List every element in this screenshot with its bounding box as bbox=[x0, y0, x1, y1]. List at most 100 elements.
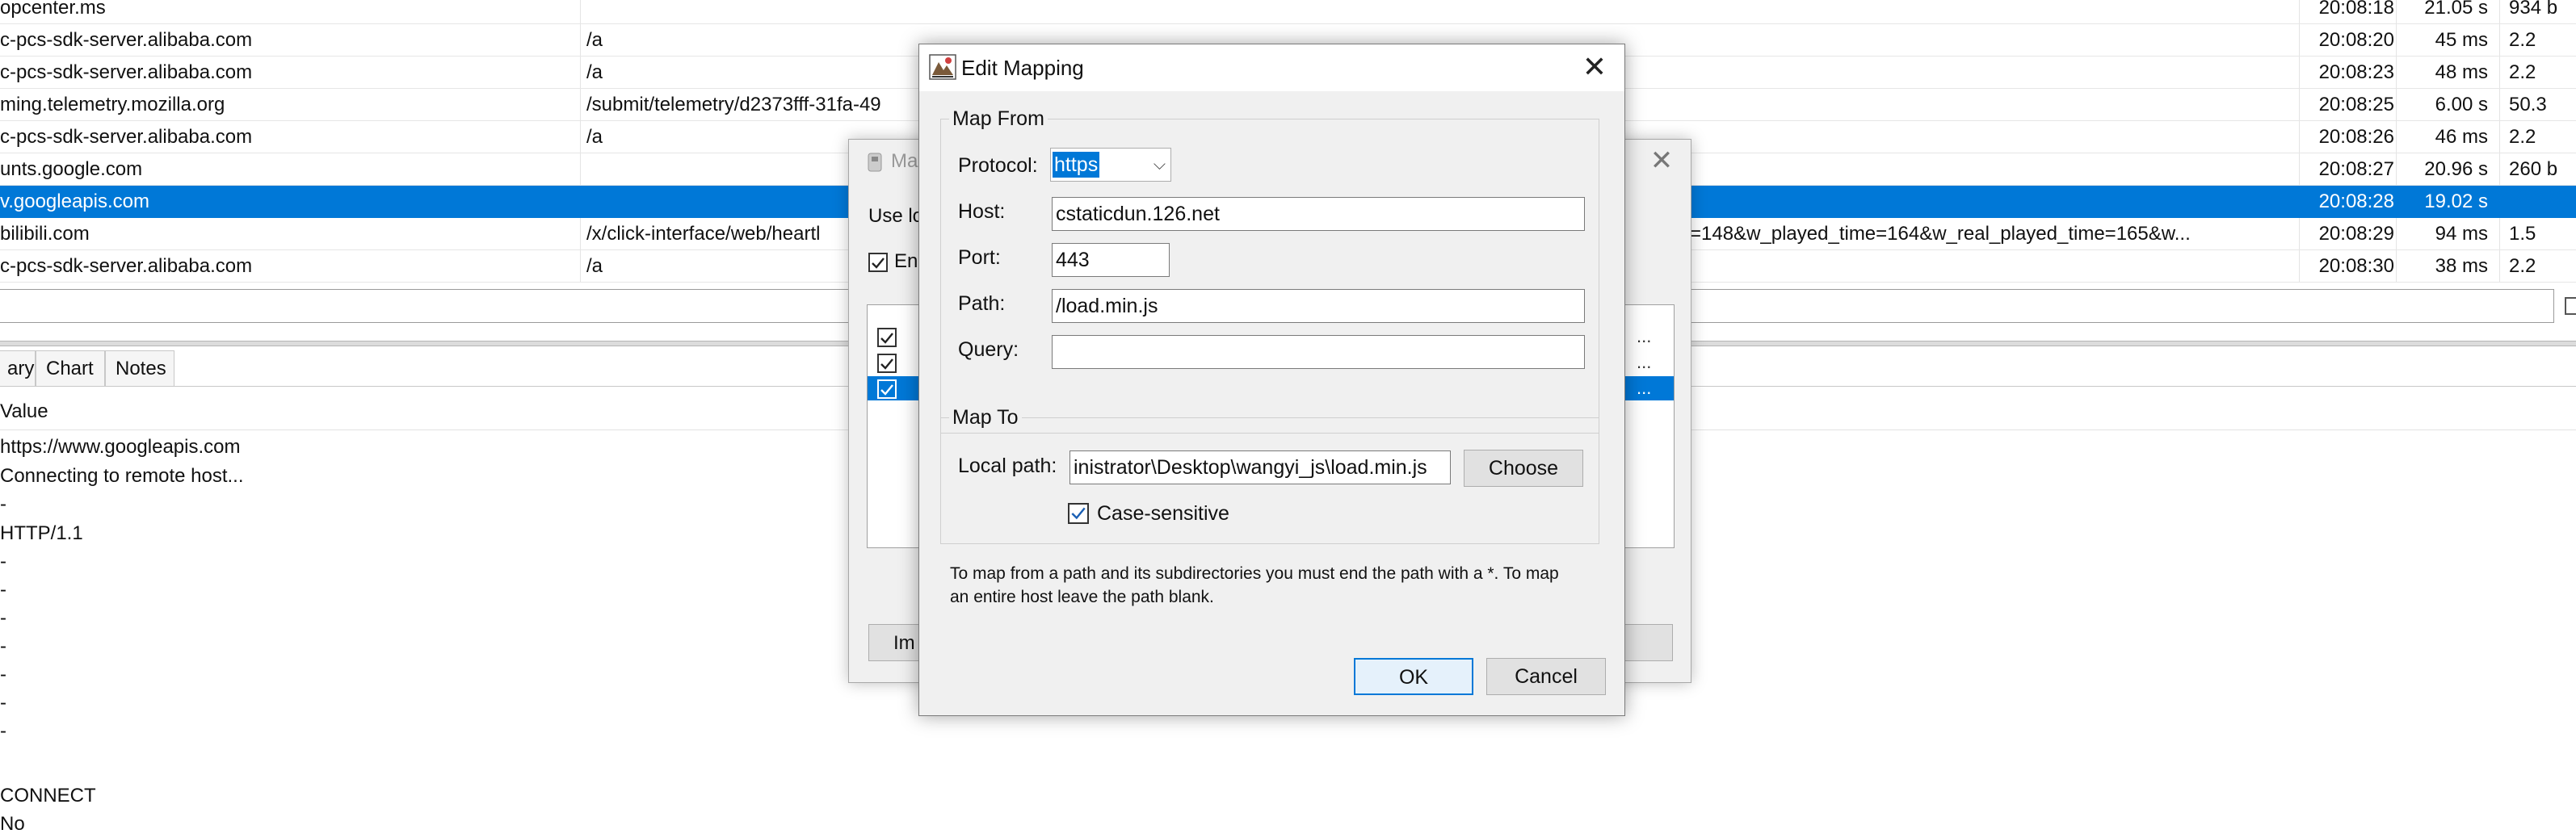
title-bar[interactable]: Edit Mapping ✕ bbox=[919, 44, 1624, 91]
size-cell: 260 b bbox=[2509, 158, 2558, 180]
size-cell: 2.2 bbox=[2509, 126, 2536, 148]
map-from-group: Map From bbox=[940, 105, 1599, 434]
host-cell: bilibili.com bbox=[0, 223, 90, 245]
time-cell: 20:08:25 bbox=[2318, 94, 2394, 115]
value-line: - bbox=[0, 720, 6, 742]
duration-cell: 20.96 s bbox=[2424, 158, 2488, 180]
case-sensitive-checkbox[interactable] bbox=[1068, 503, 1089, 524]
duration-cell: 38 ms bbox=[2435, 255, 2488, 277]
close-icon[interactable]: ✕ bbox=[1577, 51, 1612, 83]
protocol-select[interactable]: https ⌵ bbox=[1050, 148, 1171, 182]
case-sensitive-label: Case-sensitive bbox=[1097, 502, 1229, 525]
time-cell: 20:08:23 bbox=[2318, 61, 2394, 83]
value-line: - bbox=[0, 493, 6, 515]
dialog-title: Ma bbox=[891, 150, 918, 172]
value-line: - bbox=[0, 635, 6, 657]
time-cell: 20:08:27 bbox=[2318, 158, 2394, 180]
check-icon bbox=[880, 333, 893, 344]
host-field[interactable]: cstaticdun.126.net bbox=[1052, 197, 1585, 231]
charles-app-icon bbox=[929, 54, 956, 80]
port-field[interactable]: 443 bbox=[1052, 243, 1170, 277]
protocol-value: https bbox=[1053, 152, 1100, 178]
value-line: - bbox=[0, 664, 6, 685]
value-line: - bbox=[0, 692, 6, 714]
time-cell: 20:08:20 bbox=[2318, 29, 2394, 51]
edit-mapping-dialog: Edit Mapping ✕ Map From Protocol: https … bbox=[918, 44, 1625, 716]
local-path-field[interactable]: inistrator\Desktop\wangyi_js\load.min.js bbox=[1069, 450, 1451, 484]
tab-chart[interactable]: Chart bbox=[36, 350, 105, 386]
host-cell: ming.telemetry.mozilla.org bbox=[0, 94, 225, 115]
time-cell: 20:08:28 bbox=[2318, 191, 2394, 212]
duration-cell: 45 ms bbox=[2435, 29, 2488, 51]
choose-button[interactable]: Choose bbox=[1464, 450, 1583, 487]
value-line: CONNECT bbox=[0, 785, 96, 807]
path-overflow-text: =148&w_played_time=164&w_real_played_tim… bbox=[1690, 223, 2191, 245]
cancel-button[interactable]: Cancel bbox=[1486, 658, 1606, 695]
value-line: - bbox=[0, 607, 6, 629]
host-cell: c-pcs-sdk-server.alibaba.com bbox=[0, 29, 253, 51]
time-cell: 20:08:30 bbox=[2318, 255, 2394, 277]
query-field[interactable] bbox=[1052, 335, 1585, 369]
value-line: https://www.googleapis.com bbox=[0, 436, 241, 458]
enable-checkbox[interactable] bbox=[868, 253, 888, 272]
duration-cell: 46 ms bbox=[2435, 126, 2488, 148]
check-icon bbox=[872, 258, 885, 269]
path-cell bbox=[586, 0, 2299, 24]
size-cell: 1.5 bbox=[2509, 223, 2536, 245]
tab-notes[interactable]: Notes bbox=[105, 350, 174, 386]
host-cell: unts.google.com bbox=[0, 158, 143, 180]
query-label: Query: bbox=[958, 338, 1019, 361]
size-cell: 2.2 bbox=[2509, 255, 2536, 277]
check-icon bbox=[880, 384, 893, 396]
host-cell: opcenter.ms bbox=[0, 0, 106, 19]
chevron-down-icon: ⌵ bbox=[1153, 156, 1166, 174]
port-label: Port: bbox=[958, 246, 1001, 269]
host-cell: v.googleapis.com bbox=[0, 191, 149, 212]
help-text: To map from a path and its subdirectorie… bbox=[950, 564, 1559, 606]
size-cell: 934 b bbox=[2509, 0, 2558, 19]
item-checkbox[interactable] bbox=[877, 354, 897, 373]
value-column-header: Value bbox=[0, 400, 48, 422]
host-label: Host: bbox=[958, 200, 1006, 223]
time-cell: 20:08:29 bbox=[2318, 223, 2394, 245]
duration-cell: 48 ms bbox=[2435, 61, 2488, 83]
duration-cell: 21.05 s bbox=[2424, 0, 2488, 19]
path-label: Path: bbox=[958, 292, 1006, 315]
item-ellipsis: ... bbox=[1637, 378, 1652, 398]
size-cell: 50.3 bbox=[2509, 94, 2547, 115]
item-checkbox[interactable] bbox=[877, 328, 897, 347]
value-line: - bbox=[0, 551, 6, 572]
dialog-title: Edit Mapping bbox=[961, 56, 1084, 80]
tab-summary[interactable]: ary bbox=[0, 350, 36, 386]
map-to-legend: Map To bbox=[949, 404, 1022, 431]
size-cell: 2.2 bbox=[2509, 29, 2536, 51]
map-from-legend: Map From bbox=[949, 105, 1048, 132]
check-icon bbox=[1071, 507, 1086, 520]
duration-cell: 19.02 s bbox=[2424, 191, 2488, 212]
time-cell: 20:08:26 bbox=[2318, 126, 2394, 148]
host-cell: c-pcs-sdk-server.alibaba.com bbox=[0, 126, 253, 148]
host-cell: c-pcs-sdk-server.alibaba.com bbox=[0, 255, 253, 277]
item-ellipsis: ... bbox=[1637, 352, 1652, 372]
check-icon bbox=[880, 358, 893, 370]
item-ellipsis: ... bbox=[1637, 326, 1652, 346]
close-icon[interactable]: ✕ bbox=[1647, 146, 1676, 175]
app-icon bbox=[868, 153, 882, 172]
use-local-label: Use lo bbox=[868, 205, 924, 227]
path-field[interactable]: /load.min.js bbox=[1052, 289, 1585, 323]
protocol-label: Protocol: bbox=[958, 154, 1038, 177]
duration-cell: 6.00 s bbox=[2435, 94, 2488, 115]
table-row[interactable]: opcenter.ms 20:08:18 21.05 s 934 b bbox=[0, 0, 2576, 24]
local-path-label: Local path: bbox=[958, 455, 1057, 477]
item-checkbox[interactable] bbox=[877, 379, 897, 399]
value-line: - bbox=[0, 579, 6, 601]
size-cell bbox=[2509, 186, 2576, 218]
host-cell: c-pcs-sdk-server.alibaba.com bbox=[0, 61, 253, 83]
filter-checkbox[interactable] bbox=[2565, 297, 2576, 315]
ok-button[interactable]: OK bbox=[1354, 658, 1473, 695]
value-line: HTTP/1.1 bbox=[0, 522, 83, 544]
size-cell: 2.2 bbox=[2509, 61, 2536, 83]
duration-cell: 94 ms bbox=[2435, 223, 2488, 245]
time-cell: 20:08:18 bbox=[2318, 0, 2394, 19]
value-line: Connecting to remote host... bbox=[0, 465, 244, 487]
